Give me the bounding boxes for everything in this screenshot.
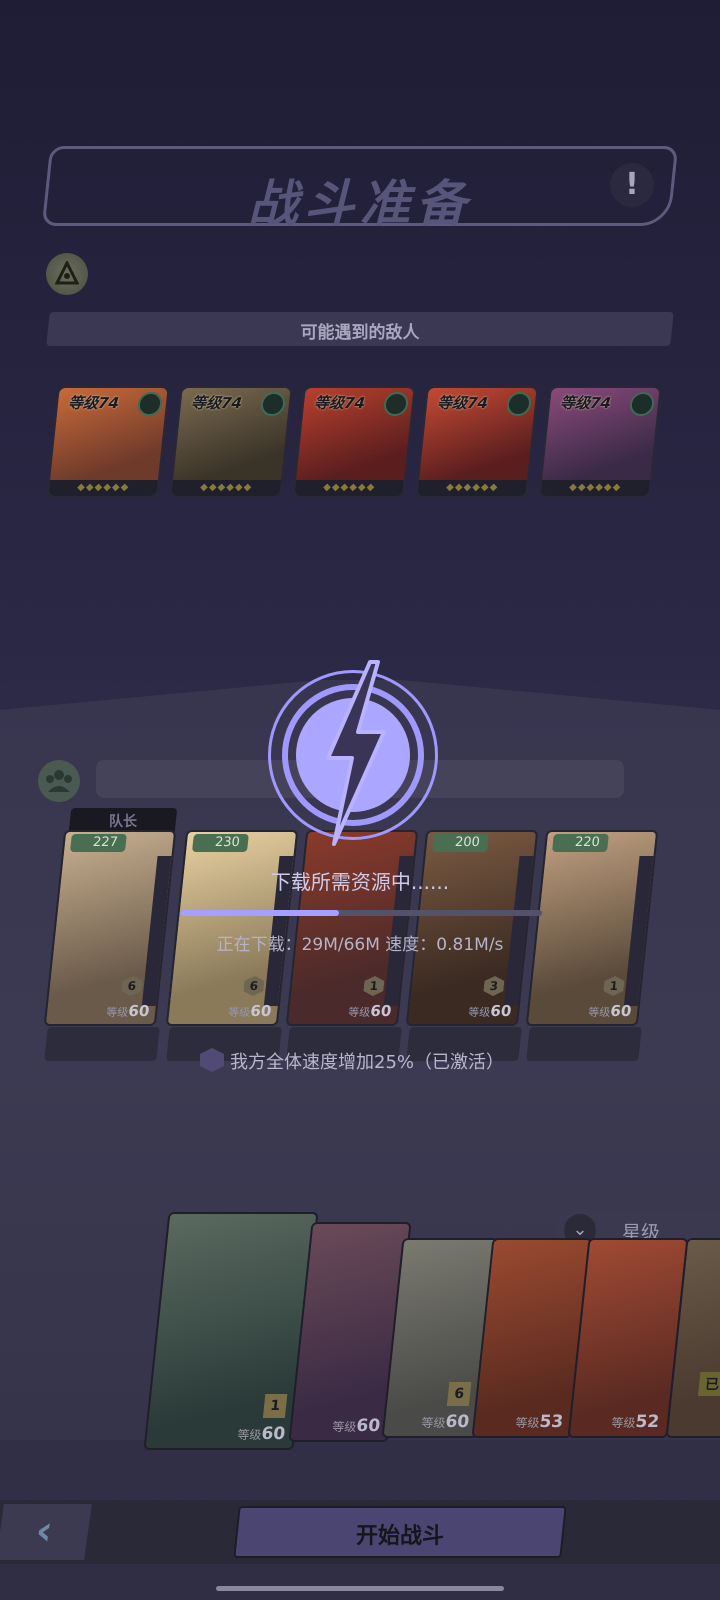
hero-level: 等级60 [587,1002,633,1020]
roster-level-value: 53 [538,1412,565,1432]
hero-level-value: 60 [249,1002,273,1020]
team-icon[interactable] [38,760,80,802]
enemy-card[interactable]: 等级74 ◆◆◆◆◆◆ [46,386,170,498]
enemy-card[interactable]: 等级74 ◆◆◆◆◆◆ [415,386,539,498]
chevron-left-icon: ‹ [32,1508,56,1554]
roster-tier-badge: 6 [446,1382,472,1406]
enemy-star-row: ◆◆◆◆◆◆ [48,480,159,496]
roster-level: 等级60 [420,1412,471,1432]
exclamation-icon: ! [625,167,639,202]
hero-level: 等级60 [105,1002,151,1020]
hero-level-prefix: 等级 [227,1006,251,1019]
enemy-star-row: ◆◆◆◆◆◆ [171,480,282,496]
enemy-card[interactable]: 等级74 ◆◆◆◆◆◆ [169,386,293,498]
lightning-bolt-icon [326,660,386,846]
roster-level-value: 60 [260,1424,287,1444]
captain-label: 队长 [109,814,137,830]
hero-level-prefix: 等级 [467,1006,491,1019]
hero-level: 等级60 [467,1002,513,1020]
enemy-star-row: ◆◆◆◆◆◆ [294,480,405,496]
roster-level-prefix: 等级 [610,1416,637,1430]
hero-power: 227 [69,834,127,852]
hero-level: 等级60 [227,1002,273,1020]
enemy-level: 等级74 [559,394,612,412]
enemy-card[interactable]: 等级74 ◆◆◆◆◆◆ [538,386,662,498]
party-hero-card[interactable]: 220 1 等级60 [525,830,659,1026]
enemy-star-row: ◆◆◆◆◆◆ [540,480,651,496]
roster-tier-badge: 1 [262,1394,288,1418]
hero-level-value: 60 [127,1002,151,1020]
enemy-level: 等级74 [190,394,243,412]
hero-power: 230 [191,834,249,852]
hero-level-value: 60 [369,1002,393,1020]
download-progress-fill [180,910,339,916]
roster-badge: 已 [697,1372,720,1396]
hero-power: 200 [431,834,489,852]
roster-level: 等级53 [514,1412,565,1432]
roster-level-prefix: 等级 [514,1416,541,1430]
enemy-star-row: ◆◆◆◆◆◆ [417,480,528,496]
roster-level-value: 60 [355,1416,382,1436]
hero-level-value: 60 [489,1002,513,1020]
party-hero-card[interactable]: 227 6 等级60 [43,830,177,1026]
enemy-level: 等级74 [313,394,366,412]
home-indicator[interactable] [216,1586,504,1591]
hero-level-prefix: 等级 [347,1006,371,1019]
hero-skill-row[interactable] [526,1027,642,1061]
enemy-card[interactable]: 等级74 ◆◆◆◆◆◆ [292,386,416,498]
hero-power: 220 [551,834,609,852]
party-hero-card[interactable]: 1 等级60 [285,830,419,1026]
party-hero-card[interactable]: 200 3 等级60 [405,830,539,1026]
roster-level-prefix: 等级 [236,1428,263,1442]
speed-buff-text: 我方全体速度增加25%（已激活） [230,1052,505,1073]
roster-level-prefix: 等级 [331,1420,358,1434]
roster-level: 等级60 [331,1416,382,1436]
party-hero-card[interactable]: 230 6 等级60 [165,830,299,1026]
roster-level: 等级52 [610,1412,661,1432]
back-button[interactable]: ‹ [0,1504,92,1560]
enemy-level: 等级74 [67,394,120,412]
roster-level-value: 52 [634,1412,661,1432]
roster-level: 等级60 [236,1424,287,1444]
enemies-section-label: 可能遇到的敌人 [300,323,420,343]
hero-level: 等级60 [347,1002,393,1020]
start-battle-label: 开始战斗 [355,1524,444,1549]
roster-level-value: 60 [444,1412,471,1432]
download-progress-text: 正在下载：29M/66M 速度：0.81M/s [216,935,504,955]
hero-skill-row[interactable] [44,1027,160,1061]
download-status: 下载所需资源中...... [270,870,450,894]
enemy-level: 等级74 [436,394,489,412]
hero-level-prefix: 等级 [587,1006,611,1019]
roster-level-prefix: 等级 [420,1416,447,1430]
hero-level-prefix: 等级 [105,1006,129,1019]
info-button[interactable]: ! [610,163,654,207]
hero-level-value: 60 [609,1002,633,1020]
enemy-faction-icon [46,253,88,295]
